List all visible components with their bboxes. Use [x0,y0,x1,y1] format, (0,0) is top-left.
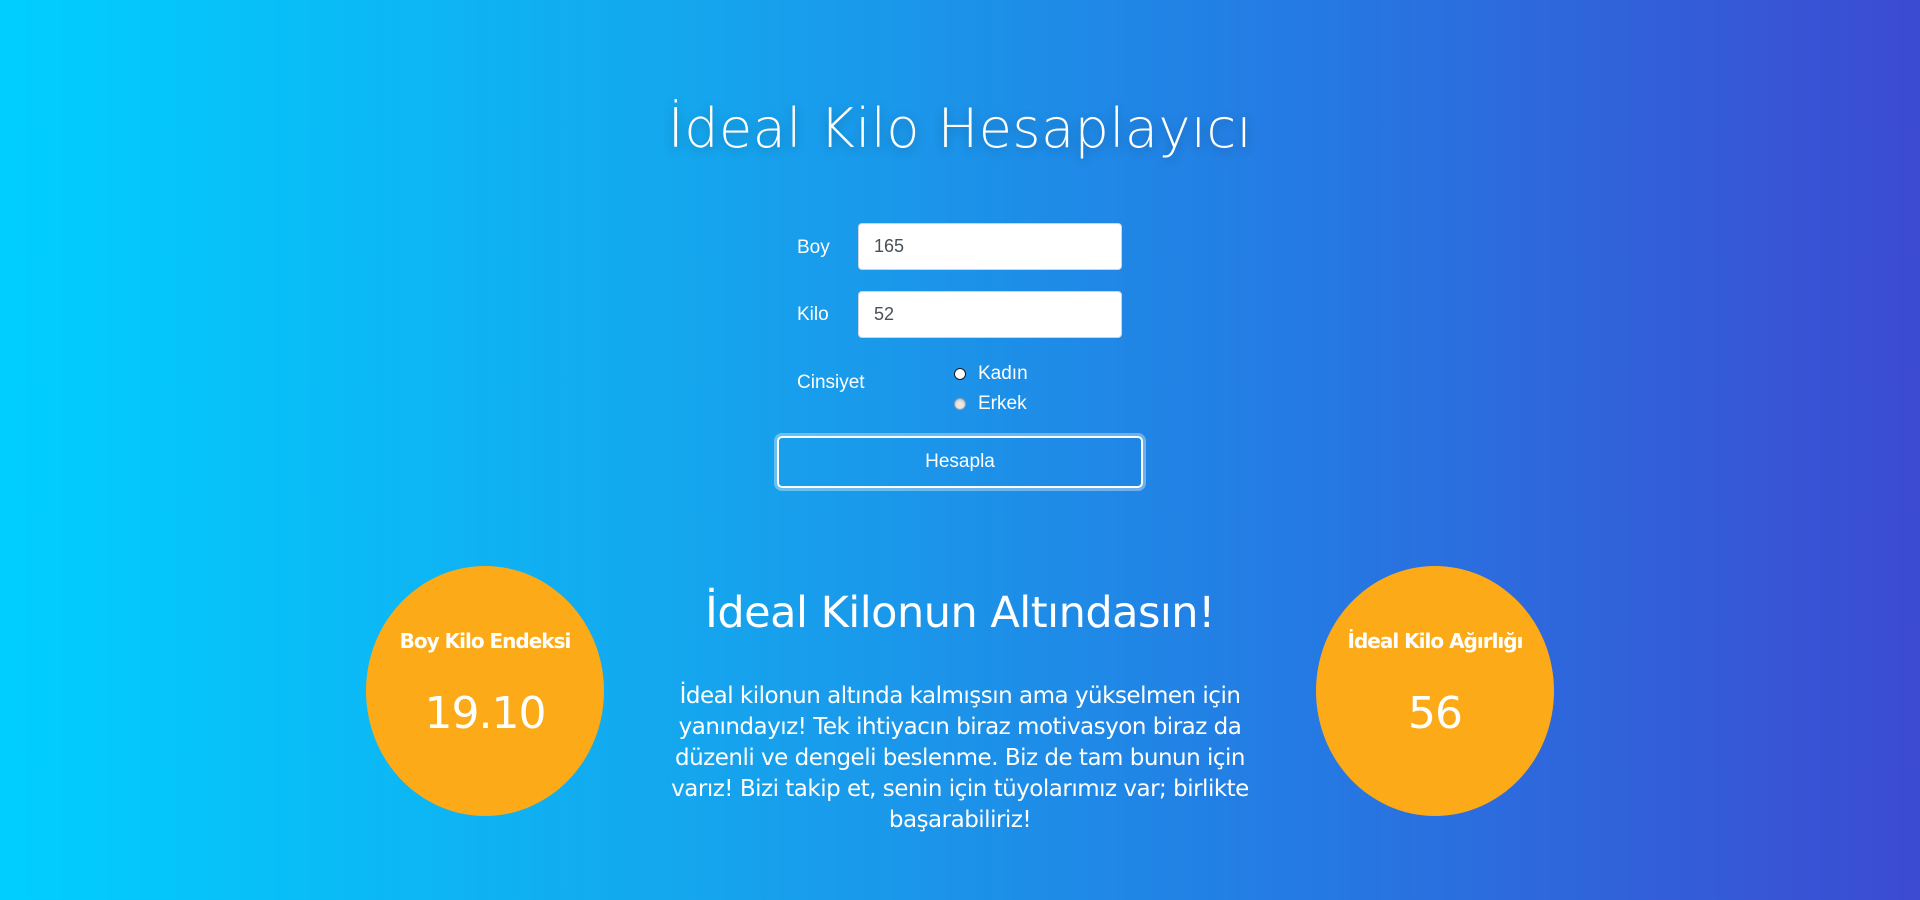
radio-kadin-button[interactable] [954,368,966,380]
gender-option-erkek[interactable]: Erkek [954,392,1027,416]
weight-input[interactable] [858,291,1122,338]
radio-erkek-button[interactable] [954,398,966,410]
result-message: İdeal kilonun altında kalmışsın ama yüks… [671,683,1249,833]
ideal-weight-value: 56 [1408,688,1463,739]
height-label: Boy [797,237,830,258]
calculate-button[interactable]: Hesapla [777,436,1143,488]
height-input[interactable] [858,223,1122,270]
page-title: İdeal Kilo Hesaplayıcı [667,97,1253,160]
bmi-title: Boy Kilo Endeksi [399,629,572,653]
bmi-value: 19.10 [424,688,547,739]
radio-kadin-label: Kadın [978,363,1028,384]
radio-erkek-label: Erkek [978,393,1027,414]
weight-label: Kilo [797,304,829,325]
bmi-result-circle: Boy Kilo Endeksi 19.10 [366,566,604,816]
ideal-weight-result-circle: İdeal Kilo Ağırlığı 56 [1316,566,1554,816]
gender-label: Cinsiyet [797,372,865,393]
ideal-weight-title: İdeal Kilo Ağırlığı [1347,629,1524,653]
result-heading: İdeal Kilonun Altındasın! [705,588,1215,638]
gender-option-kadin[interactable]: Kadın [954,362,1028,386]
